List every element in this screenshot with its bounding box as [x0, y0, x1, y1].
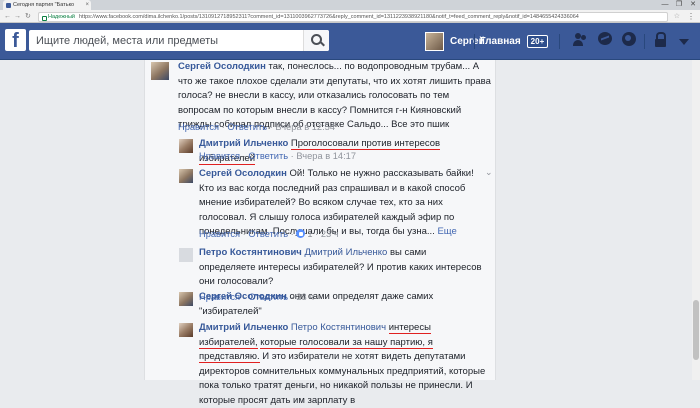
account-menu-caret-icon[interactable]	[679, 39, 689, 45]
notifications-icon[interactable]	[622, 32, 636, 46]
avatar	[425, 31, 444, 51]
avatar[interactable]	[179, 292, 193, 306]
maximize-button[interactable]: ❐	[672, 0, 686, 10]
comment-author[interactable]: Дмитрий Ильченко	[199, 138, 288, 149]
privacy-shortcuts-icon[interactable]	[653, 32, 669, 48]
see-more-link[interactable]: Еще	[437, 226, 456, 237]
window-controls: — ❐ ✕	[658, 0, 700, 10]
comment-timestamp[interactable]: 23 ч	[321, 229, 339, 239]
like-link[interactable]: Нравится	[199, 229, 240, 239]
avatar[interactable]	[179, 169, 193, 183]
friend-requests-icon[interactable]	[573, 32, 589, 48]
comment-author[interactable]: Сергей Осолодкин	[199, 291, 287, 302]
avatar[interactable]	[179, 248, 193, 262]
home-badge: 20+	[526, 34, 549, 48]
facebook-logo[interactable]: f	[5, 29, 26, 52]
home-link[interactable]: Главная 20+	[480, 29, 549, 53]
facebook-favicon-icon	[6, 2, 11, 8]
avatar[interactable]	[151, 62, 169, 80]
reply-link[interactable]: Ответить	[248, 151, 288, 161]
comments-panel: Сергей Осолодкин так, понеслось... по во…	[144, 60, 496, 406]
comment-author[interactable]: Петро Костянтинович	[199, 247, 302, 258]
comment-body: Дмитрий Ильченко Петро Костянтинович инт…	[199, 321, 491, 408]
reply-link[interactable]: Ответить	[227, 122, 267, 132]
bookmark-star-icon[interactable]: ☆	[674, 12, 680, 20]
reload-icon[interactable]: ↻	[25, 11, 31, 22]
comment-actions: Нравится · Ответить · 1 · 23 ч	[199, 229, 339, 239]
reply-link[interactable]: Ответить	[248, 229, 288, 239]
address-bar: ← → ↻ Надежный https://www.facebook.com/d…	[0, 10, 700, 23]
like-link[interactable]: Нравится	[178, 122, 219, 132]
browser-tabstrip: Сегодня партия "Батько × — ❐ ✕	[0, 0, 700, 10]
messenger-icon[interactable]	[598, 32, 612, 45]
comment-author[interactable]: Сергей Осолодкин	[178, 61, 266, 72]
tab-title: Сегодня партия "Батько	[13, 2, 75, 8]
url-text: https://www.facebook.com/dima.ilchenko.1…	[78, 13, 579, 20]
like-reaction-icon[interactable]	[296, 229, 306, 238]
forward-arrow-icon[interactable]: →	[14, 11, 21, 22]
scrollbar-thumb[interactable]	[693, 300, 699, 360]
back-arrow-icon[interactable]: ←	[4, 11, 11, 22]
comment-actions: Нравится · Ответить · Вчера в 12:54	[178, 122, 335, 132]
close-tab-icon[interactable]: ×	[85, 0, 89, 10]
page-scrollbar[interactable]	[692, 60, 700, 380]
comment-author[interactable]: Дмитрий Ильченко	[199, 322, 288, 333]
comment-timestamp[interactable]: Вчера в 12:54	[275, 122, 335, 132]
url-field[interactable]: Надежный https://www.facebook.com/dima.il…	[38, 11, 668, 22]
like-link[interactable]: Нравится	[199, 151, 240, 161]
avatar[interactable]	[179, 323, 193, 337]
chevron-down-icon[interactable]: ⌄	[485, 167, 493, 178]
mention-link[interactable]: Петро Костянтинович	[291, 322, 386, 333]
search-input[interactable]	[29, 30, 313, 51]
comment-timestamp[interactable]: Вчера в 14:17	[296, 151, 356, 161]
browser-tab[interactable]: Сегодня партия "Батько ×	[3, 0, 91, 10]
comment-body: Сергей Осолодкин они сами определят даже…	[199, 290, 489, 319]
comment-actions: Нравится · Ответить · Вчера в 14:17	[199, 151, 356, 161]
minimize-button[interactable]: —	[658, 0, 672, 10]
home-label: Главная	[480, 35, 521, 47]
mention-link[interactable]: Дмитрий Ильченко	[304, 247, 387, 258]
close-window-button[interactable]: ✕	[686, 0, 700, 10]
search-button[interactable]	[303, 30, 329, 51]
comment-author[interactable]: Сергей Осолодкин	[199, 168, 287, 179]
search-box	[29, 30, 329, 51]
facebook-top-bar: f Сергей Главная 20+	[0, 23, 700, 60]
browser-menu-icon[interactable]: ⋮	[687, 11, 695, 22]
profile-link[interactable]: Сергей	[425, 29, 485, 53]
avatar[interactable]	[179, 139, 193, 153]
reaction-count[interactable]: 1	[307, 229, 312, 239]
secure-label: Надежный	[39, 14, 75, 20]
comment-body: Петро Костянтинович Дмитрий Ильченко вы …	[199, 246, 483, 290]
